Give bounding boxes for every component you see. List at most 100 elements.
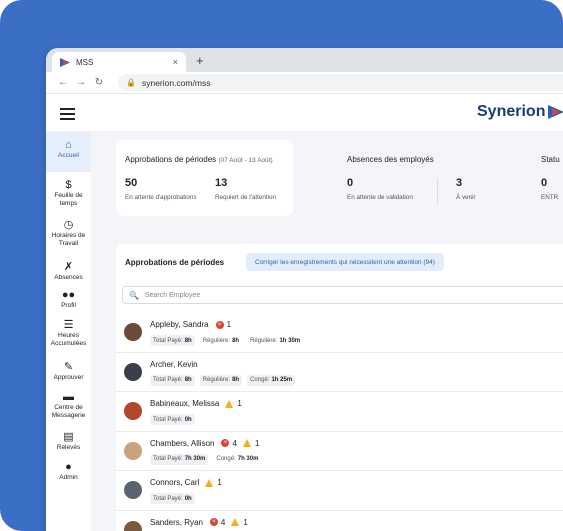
hours-chip: Total Payé: 0h <box>150 414 195 425</box>
hours-chip-value: 1h 30m <box>279 337 301 344</box>
back-icon[interactable]: ← <box>54 77 72 88</box>
absences-upcoming-label: À venir <box>456 194 476 201</box>
url-text: synerion.com/mss <box>141 77 211 88</box>
pending-approvals-value: 50 <box>125 177 138 189</box>
warning-count: 1 <box>243 517 248 527</box>
sidebar-item[interactable]: ◷ Horaires de Travail <box>46 212 91 254</box>
employee-list: Appleby, Sandra × 1 Total Payé: 8h Régulière:… <box>116 313 563 531</box>
hours-chip: Total Payé: 7h 30m <box>150 453 209 465</box>
error-icon: × <box>221 439 230 447</box>
avatar <box>124 323 142 341</box>
sidebar-item[interactable]: ▤ Relevés <box>46 424 91 454</box>
absences-validation-value: 0 <box>347 177 354 189</box>
synerion-logo-icon <box>548 105 563 119</box>
employee-row[interactable]: Sanders, Ryan × 4 1 <box>116 511 563 531</box>
hours-chip-label: Total Payé: <box>153 337 183 344</box>
error-icon: × <box>215 320 224 329</box>
avatar <box>124 520 142 531</box>
employee-row[interactable]: Chambers, Allison × 4 1 Total Payé: 7h 30m Con… <box>116 432 563 471</box>
hours-chip-value: 8h <box>232 377 240 383</box>
sidebar-item-label: Accueil <box>58 152 79 159</box>
hours-chip-label: Total Payé: <box>153 377 183 383</box>
approvals-stat-card[interactable]: Approbations de périodes (07 Août - 13 A… <box>116 140 293 216</box>
tab-close-icon[interactable]: × <box>173 57 178 67</box>
absences-validation-label: En attente de validation <box>347 194 413 201</box>
dollar-icon: $ <box>65 179 72 191</box>
hours-chip-value: 8h <box>184 337 192 344</box>
hours-chip-label: Total Payé: <box>153 495 183 502</box>
employee-row[interactable]: Appleby, Sandra × 1 Total Payé: 8h Régulière:… <box>116 313 563 353</box>
chat-icon: ▬ <box>63 391 74 403</box>
hours-chip: Régulière: 1h 30m <box>247 335 303 346</box>
hours-chip: Total Payé: 0h <box>150 493 195 504</box>
forward-icon[interactable]: → <box>72 77 90 88</box>
employee-name-line: Babineaux, Melissa 1 <box>150 399 242 408</box>
status-value: 0 <box>541 177 548 189</box>
hours-chip: Congé: 1h 25m <box>247 374 296 386</box>
employee-row[interactable]: Archer, Kevin Total Payé: 8h Régulière: 8h Co… <box>116 353 563 392</box>
hours-chip-value: 0h <box>184 416 192 423</box>
employee-name: Babineaux, Melissa <box>150 399 220 408</box>
hours-chip-label: Total Payé: <box>153 456 183 462</box>
hours-chip-label: Total Payé: <box>153 416 183 423</box>
employee-row[interactable]: Connors, Carl 1 Total Payé: 0h <box>116 471 563 511</box>
employee-row[interactable]: Babineaux, Melissa 1 Total Payé: 0h <box>116 392 563 432</box>
employee-name: Chambers, Allison <box>150 438 215 448</box>
error-count: 4 <box>220 517 226 527</box>
url-field[interactable]: 🔒 synerion.com/mss <box>118 74 563 91</box>
app-header: Synerion <box>46 94 563 132</box>
sidebar-item[interactable]: ✎ Approuver <box>46 354 91 384</box>
sidebar-item-label: Centre de Messagerie <box>51 404 86 419</box>
sidebar-item[interactable]: ☰ Heures Accumulées <box>46 314 91 354</box>
hours-chips: Total Payé: 7h 30m Congé: 7h 30m <box>150 453 261 465</box>
reload-icon[interactable]: ↻ <box>90 77 108 88</box>
sidebar: ⌂ Accueil $ Feuille de temps ◷ Horaires de Tr… <box>46 132 91 531</box>
status-label: ENTR <box>541 194 559 201</box>
employee-name: Appleby, Sandra <box>150 320 209 329</box>
warning-icon <box>205 478 214 487</box>
hours-chip-value: 8h <box>232 337 240 344</box>
hours-chip-value: 8h <box>184 377 192 383</box>
tab-title: MSS <box>76 57 94 67</box>
hours-chip: Congé: 7h 30m <box>213 454 261 465</box>
browser-tab[interactable]: MSS × <box>52 52 186 72</box>
warning-icon <box>225 399 234 408</box>
hours-chips: Total Payé: 8h Régulière: 8h Congé: 1h 25m <box>150 374 296 386</box>
sidebar-item-label: Profil <box>61 302 76 309</box>
admin-person-icon: ● <box>65 461 72 473</box>
attention-label: Requiert de l'attention <box>215 194 277 201</box>
clock-icon: ◷ <box>63 219 74 231</box>
sidebar-item[interactable]: ▬ Centre de Messagerie <box>46 384 91 424</box>
sidebar-item[interactable]: $ Feuille de temps <box>46 172 91 212</box>
employee-name: Archer, Kevin <box>150 359 198 369</box>
search-employee-field[interactable]: 🔍 Search Employee <box>122 286 563 304</box>
employee-name-line: Chambers, Allison × 4 1 <box>150 439 259 448</box>
sidebar-item-label: Heures Accumulées <box>50 332 87 347</box>
employee-name-line: Connors, Carl 1 <box>150 478 222 487</box>
hours-chip-value: 7h 30m <box>237 456 259 462</box>
new-tab-button[interactable]: + <box>196 53 204 68</box>
hours-chip-label: Régulière: <box>250 337 278 344</box>
hours-chip-label: Congé: <box>216 456 236 462</box>
sidebar-item[interactable]: ● Admin <box>46 454 91 481</box>
fix-records-button[interactable]: Corriger les enregistrements qui nécessi… <box>246 253 444 271</box>
home-icon: ⌂ <box>65 139 72 151</box>
error-count: 4 <box>232 438 237 448</box>
warning-count: 1 <box>254 438 260 448</box>
approvals-period: (07 Août - 13 Août) <box>218 157 273 164</box>
hours-chip: Total Payé: 8h <box>150 335 195 346</box>
sidebar-item[interactable]: ✗ Absences <box>46 254 91 284</box>
employee-name: Sanders, Ryan <box>150 517 203 527</box>
sidebar-item[interactable]: ⌂ Accueil <box>46 132 91 172</box>
approvals-stat-title: Approbations de périodes (07 Août - 13 A… <box>125 155 273 164</box>
hours-chip-value: 7h 30m <box>184 456 206 462</box>
warning-icon <box>242 439 251 447</box>
list-bank-icon: ☰ <box>63 319 74 331</box>
avatar <box>124 362 142 381</box>
sidebar-item-label: Horaires de Travail <box>51 232 86 247</box>
hamburger-menu-icon[interactable] <box>60 108 75 123</box>
main-content: Approbations de périodes (07 Août - 13 A… <box>91 132 563 531</box>
sidebar-item[interactable]: ●● Profil <box>46 284 91 314</box>
attention-value: 13 <box>215 177 228 189</box>
warning-count: 1 <box>237 399 242 408</box>
